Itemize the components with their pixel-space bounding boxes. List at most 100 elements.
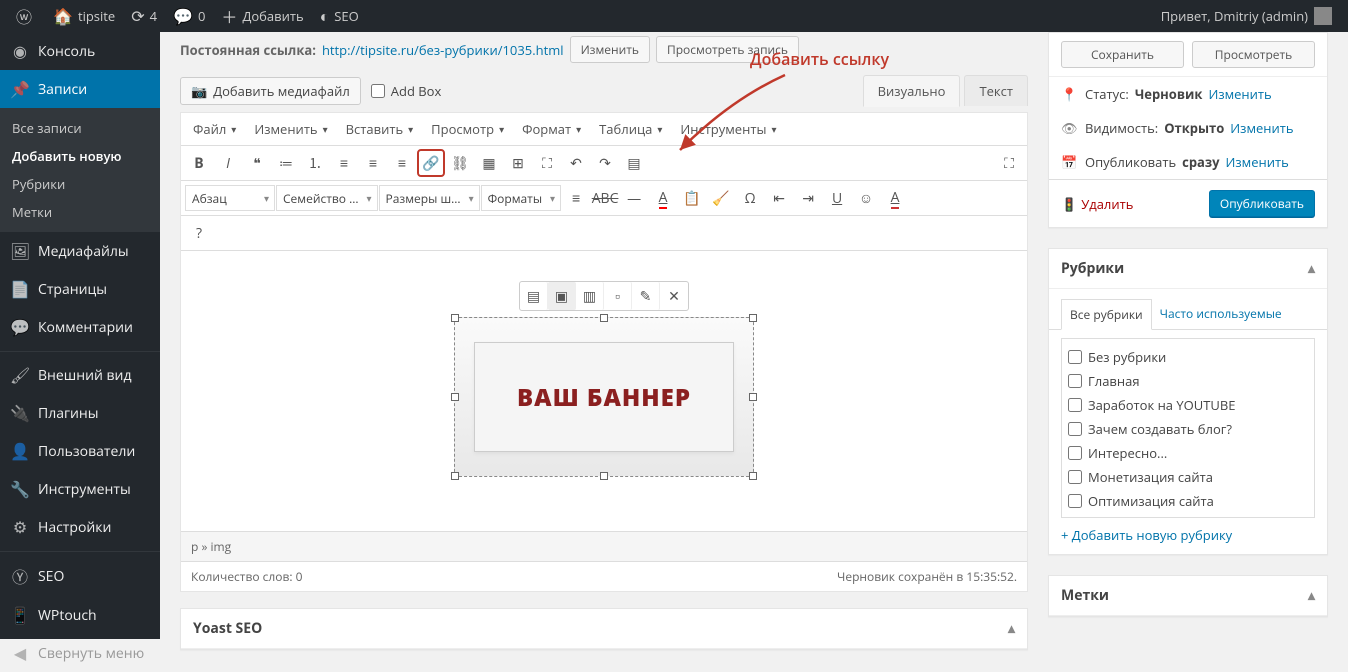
tab-all-categories[interactable]: Все рубрики — [1061, 299, 1152, 330]
indent-button[interactable]: ⇥ — [794, 184, 822, 212]
category-item[interactable]: Интересно... — [1068, 441, 1308, 465]
category-list[interactable]: Без рубрики Главная Заработок на YOUTUBE… — [1061, 338, 1315, 518]
img-edit-button[interactable]: ✎ — [632, 282, 660, 310]
tab-text[interactable]: Текст — [964, 75, 1028, 106]
menu-insert[interactable]: Вставить — [338, 116, 422, 142]
align-center-button[interactable]: ≡ — [359, 149, 387, 177]
underline-button[interactable]: U — [823, 184, 851, 212]
menu-media[interactable]: 🖼Медиафайлы — [0, 232, 160, 270]
seo-link[interactable]: ◐SEO — [312, 0, 367, 32]
resize-handle[interactable] — [600, 472, 608, 480]
table-button[interactable]: ⊞ — [504, 149, 532, 177]
link-button[interactable]: 🔗 — [417, 149, 445, 177]
menu-dashboard[interactable]: ◉Консоль — [0, 32, 160, 70]
menu-table[interactable]: Таблица — [591, 116, 670, 142]
resize-handle[interactable] — [451, 393, 459, 401]
resize-handle[interactable] — [600, 314, 608, 322]
numbered-list-button[interactable]: ⒈ — [301, 149, 329, 177]
paste-text-button[interactable]: 📋 — [678, 184, 706, 212]
outdent-button[interactable]: ⇤ — [765, 184, 793, 212]
menu-edit[interactable]: Изменить — [246, 116, 335, 142]
text-color-button[interactable]: A — [649, 184, 677, 212]
image-selection[interactable]: ВАШ БАННЕР — [454, 317, 754, 477]
add-media-button[interactable]: 📷Добавить медиафайл — [180, 77, 361, 105]
comments-link[interactable]: 💬0 — [165, 0, 213, 32]
menu-file[interactable]: Файл — [185, 116, 244, 142]
sub-all-posts[interactable]: Все записи — [0, 114, 160, 142]
preview-button[interactable]: Просмотреть — [1192, 41, 1315, 68]
category-item[interactable]: Зачем создавать блог? — [1068, 417, 1308, 441]
menu-seo[interactable]: ⓎSEO — [0, 556, 160, 596]
forecolor-button[interactable]: A — [881, 184, 909, 212]
redo-button[interactable]: ↷ — [591, 149, 619, 177]
distraction-free-button[interactable]: ⛶ — [995, 149, 1023, 177]
unlink-button[interactable]: ⛓ — [446, 149, 474, 177]
category-item[interactable]: Монетизация сайта — [1068, 465, 1308, 489]
img-remove-button[interactable]: ✕ — [660, 282, 688, 310]
paragraph-select[interactable]: Абзац — [185, 185, 275, 211]
resize-handle[interactable] — [451, 472, 459, 480]
hr-button[interactable]: — — [620, 184, 648, 212]
edit-status-link[interactable]: Изменить — [1208, 85, 1271, 103]
more-button[interactable]: ▦ — [475, 149, 503, 177]
menu-tools[interactable]: 🔧Инструменты — [0, 470, 160, 508]
permalink-edit-button[interactable]: Изменить — [570, 36, 650, 63]
align-right-button[interactable]: ≡ — [388, 149, 416, 177]
bold-button[interactable]: B — [185, 149, 213, 177]
menu-settings[interactable]: ⚙Настройки — [0, 508, 160, 546]
strike-button[interactable]: ABC — [591, 184, 619, 212]
special-char-button[interactable]: Ω — [736, 184, 764, 212]
toggle-icon[interactable]: ▴ — [1308, 586, 1315, 605]
sub-tags[interactable]: Метки — [0, 198, 160, 226]
add-box-checkbox[interactable]: Add Box — [371, 82, 442, 100]
img-align-left-button[interactable]: ▤ — [520, 282, 548, 310]
menu-wptouch[interactable]: 📱WPtouch — [0, 596, 160, 634]
tab-used-categories[interactable]: Часто используемые — [1152, 299, 1290, 329]
img-align-right-button[interactable]: ▥ — [576, 282, 604, 310]
add-new-link[interactable]: ＋Добавить — [213, 0, 311, 32]
sub-add-new[interactable]: Добавить новую — [0, 142, 160, 170]
collapse-menu[interactable]: ◀Свернуть меню — [0, 634, 160, 672]
updates-link[interactable]: ⟳4 — [123, 0, 165, 32]
publish-button[interactable]: Опубликовать — [1209, 190, 1315, 217]
tab-visual[interactable]: Визуально — [863, 75, 961, 107]
img-align-none-button[interactable]: ▫ — [604, 282, 632, 310]
resize-handle[interactable] — [749, 472, 757, 480]
italic-button[interactable]: I — [214, 149, 242, 177]
editor-canvas[interactable]: ▤ ▣ ▥ ▫ ✎ ✕ — [181, 251, 1027, 531]
formats-select[interactable]: Форматы — [481, 185, 561, 211]
font-family-select[interactable]: Семейство ... — [276, 185, 378, 211]
menu-format[interactable]: Формат — [514, 116, 589, 142]
add-category-link[interactable]: + Добавить новую рубрику — [1061, 526, 1232, 544]
delete-link[interactable]: 🚦Удалить — [1061, 195, 1133, 213]
category-item[interactable]: Оптимизация сайта — [1068, 489, 1308, 513]
menu-pages[interactable]: 📄Страницы — [0, 270, 160, 308]
toggle-toolbar-button[interactable]: ▤ — [620, 149, 648, 177]
permalink-view-button[interactable]: Просмотреть запись — [656, 36, 799, 63]
category-item[interactable]: Главная — [1068, 369, 1308, 393]
category-item[interactable]: Заработок на YOUTUBE — [1068, 393, 1308, 417]
save-draft-button[interactable]: Сохранить — [1061, 41, 1184, 68]
bullet-list-button[interactable]: ≔ — [272, 149, 300, 177]
toggle-icon[interactable]: ▴ — [1008, 619, 1015, 638]
category-item[interactable]: Без рубрики — [1068, 345, 1308, 369]
menu-view[interactable]: Просмотр — [423, 116, 512, 142]
category-item[interactable]: Плагины — [1068, 513, 1308, 518]
menu-posts[interactable]: 📌Записи — [0, 70, 160, 108]
menu-appearance[interactable]: 🖌Внешний вид — [0, 356, 160, 394]
clear-format-button[interactable]: 🧹 — [707, 184, 735, 212]
edit-schedule-link[interactable]: Изменить — [1226, 153, 1289, 171]
help-button[interactable]: ? — [185, 219, 213, 247]
sub-categories[interactable]: Рубрики — [0, 170, 160, 198]
font-size-select[interactable]: Размеры ш... — [379, 185, 480, 211]
user-greeting[interactable]: Привет, Dmitriy (admin) — [1153, 0, 1340, 32]
menu-plugins[interactable]: 🔌Плагины — [0, 394, 160, 432]
wp-logo[interactable]: ⓦ — [8, 0, 45, 32]
blockquote-button[interactable]: ❝ — [243, 149, 271, 177]
resize-handle[interactable] — [749, 314, 757, 322]
menu-comments[interactable]: 💬Комментарии — [0, 308, 160, 346]
menu-users[interactable]: 👤Пользователи — [0, 432, 160, 470]
site-link[interactable]: 🏠tipsite — [45, 0, 123, 32]
justify-button[interactable]: ≡ — [562, 184, 590, 212]
menu-tools[interactable]: Инструменты — [672, 116, 784, 142]
